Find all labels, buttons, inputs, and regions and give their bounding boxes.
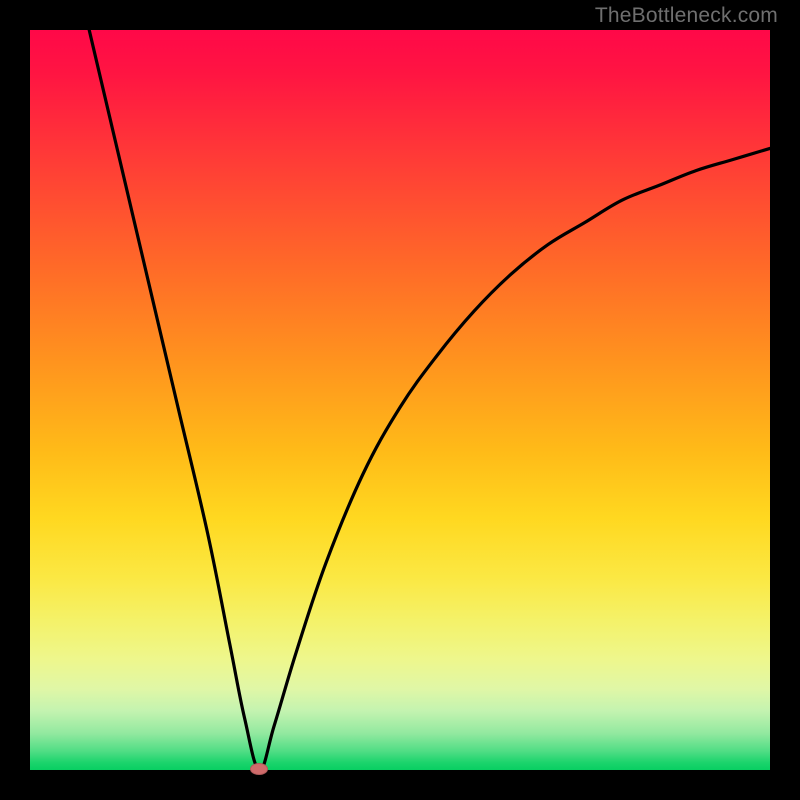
minimum-marker — [250, 763, 268, 775]
plot-area — [30, 30, 770, 770]
chart-frame: TheBottleneck.com — [0, 0, 800, 800]
watermark-text: TheBottleneck.com — [595, 4, 778, 28]
curve-svg — [30, 30, 770, 770]
bottleneck-curve-path — [89, 30, 770, 770]
